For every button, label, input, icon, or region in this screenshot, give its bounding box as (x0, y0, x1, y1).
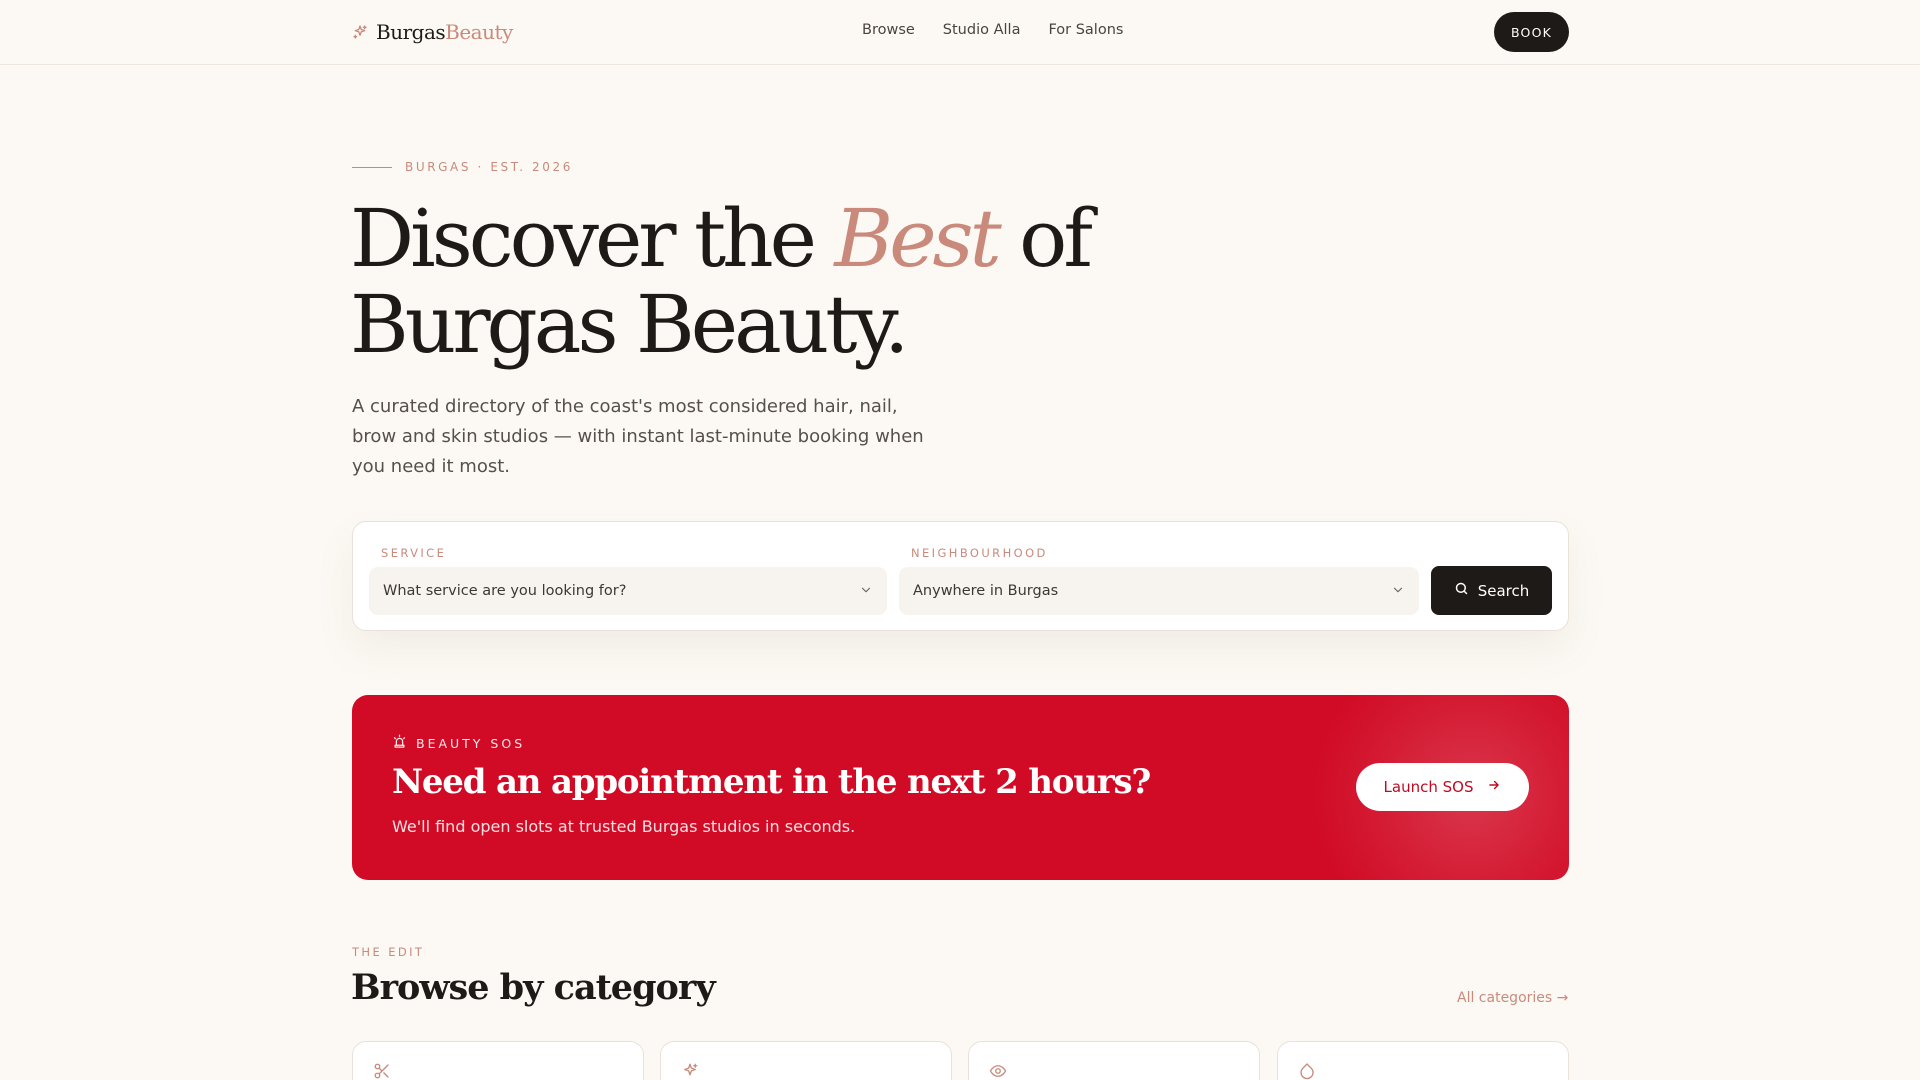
main-nav: Browse Studio Alla For Salons (862, 22, 1123, 38)
search-button[interactable]: Search (1431, 566, 1552, 615)
search-icon (1454, 581, 1469, 600)
neighbourhood-label: NEIGHBOURHOOD (911, 546, 1048, 560)
chevron-down-icon (1391, 583, 1405, 601)
nav-link-browse[interactable]: Browse (862, 22, 915, 38)
search-panel: SERVICE What service are you looking for… (352, 521, 1569, 631)
siren-icon (392, 734, 407, 752)
arrow-right-icon (1487, 778, 1501, 796)
launch-sos-label: Launch SOS (1383, 778, 1474, 796)
hero-eyebrow: BURGAS · EST. 2026 (352, 160, 573, 174)
hero-subtitle: A curated directory of the coast's most … (352, 396, 924, 477)
service-label: SERVICE (381, 546, 447, 560)
category-card[interactable] (1277, 1041, 1569, 1080)
chevron-down-icon (859, 583, 873, 601)
brand-logo[interactable]: BurgasBeauty (352, 18, 513, 46)
service-select[interactable]: What service are you looking for? (369, 567, 887, 615)
sos-subtitle: We'll find open slots at trusted Burgas … (392, 817, 856, 836)
hero-title: Discover the Best of Burgas Beauty. (350, 196, 1110, 368)
service-select-value: What service are you looking for? (383, 583, 627, 599)
category-card[interactable] (660, 1041, 952, 1080)
logo-text-accent: Beauty (445, 20, 513, 44)
hero-title-part1: Discover the (350, 192, 835, 285)
category-section-title: Browse by category (351, 967, 716, 1008)
neighbourhood-select[interactable]: Anywhere in Burgas (899, 567, 1419, 615)
eye-icon (989, 1062, 1007, 1080)
launch-sos-button[interactable]: Launch SOS (1356, 763, 1529, 811)
all-categories-link[interactable]: All categories → (1457, 990, 1568, 1006)
sparkles-logo-icon (352, 24, 368, 40)
sparkles-icon (681, 1062, 699, 1080)
category-eyebrow: THE EDIT (352, 945, 425, 959)
neighbourhood-select-value: Anywhere in Burgas (913, 583, 1059, 599)
search-button-label: Search (1477, 581, 1530, 600)
category-card[interactable] (968, 1041, 1260, 1080)
nav-link-for-salons[interactable]: For Salons (1048, 22, 1123, 38)
eyebrow-divider (352, 166, 392, 168)
category-card[interactable] (352, 1041, 644, 1080)
sos-title: Need an appointment in the next 2 hours? (392, 762, 1151, 802)
beauty-sos-banner: BEAUTY SOS Need an appointment in the ne… (352, 695, 1569, 880)
droplet-icon (1298, 1062, 1316, 1080)
book-button[interactable]: BOOK (1494, 12, 1569, 52)
hero-title-accent: Best (834, 192, 1001, 285)
top-navigation-bar: BurgasBeauty Browse Studio Alla For Salo… (0, 0, 1920, 65)
sos-eyebrow-text: BEAUTY SOS (416, 735, 526, 751)
nav-link-studio-alla[interactable]: Studio Alla (943, 22, 1021, 38)
scissors-icon (373, 1062, 391, 1080)
hero-eyebrow-text: BURGAS · EST. 2026 (405, 160, 573, 174)
sos-eyebrow: BEAUTY SOS (392, 734, 525, 752)
logo-text-primary: Burgas (376, 20, 446, 44)
